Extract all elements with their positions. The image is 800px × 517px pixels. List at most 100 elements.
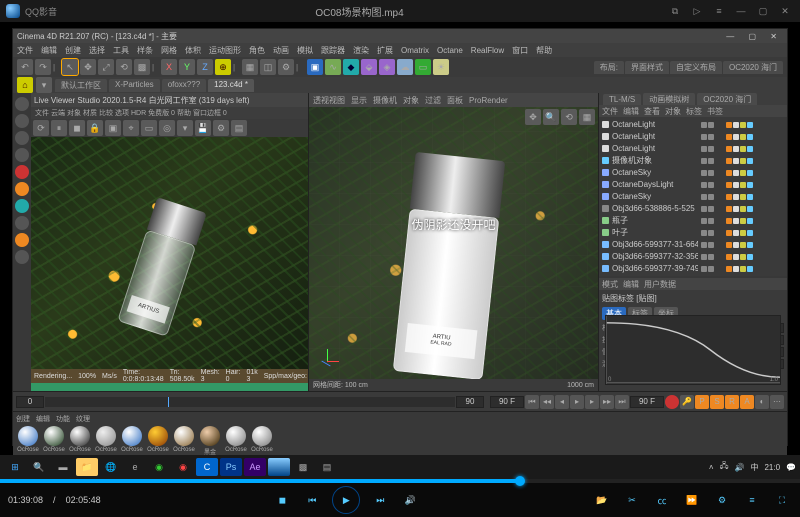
tl-record-icon[interactable] (665, 395, 679, 409)
tray-time[interactable]: 21:0 (764, 463, 780, 472)
lv-menu-5[interactable]: 选项 (115, 108, 129, 118)
tab-more-icon[interactable]: ▾ (36, 77, 52, 93)
player-stop-icon[interactable]: ◼ (272, 490, 292, 510)
viewport-solo[interactable] (15, 250, 29, 264)
axis-gizmo[interactable] (315, 349, 339, 373)
tl-autokey-icon[interactable]: 🔑 (680, 395, 694, 409)
tray-net-icon[interactable]: 🖧 (720, 460, 729, 474)
recent-tool[interactable]: ▩ (134, 59, 150, 75)
mat-menu-1[interactable]: 编辑 (36, 414, 50, 424)
menu-9[interactable]: 角色 (249, 45, 265, 56)
tb-qq-icon[interactable]: ◉ (172, 458, 194, 476)
undo-button[interactable]: ↶ (17, 59, 33, 75)
workplane-mode[interactable] (15, 148, 29, 162)
lv-lock-icon[interactable]: 🔒 (87, 120, 103, 136)
tl-endF[interactable] (630, 396, 664, 408)
lv-region-icon[interactable]: ▭ (141, 120, 157, 136)
qq-max-icon[interactable]: ▢ (754, 2, 772, 20)
rtab-0[interactable]: TL-M/S (603, 94, 641, 105)
poly-mode[interactable] (15, 199, 29, 213)
lv-pause[interactable]: ⏸ (51, 120, 67, 136)
tl-last-icon[interactable]: ⏭ (615, 395, 629, 409)
menu-2[interactable]: 创建 (65, 45, 81, 56)
lv-stop[interactable]: ◼ (69, 120, 85, 136)
tb-app2-icon[interactable]: ▤ (316, 458, 338, 476)
axis-y[interactable]: Y (179, 59, 195, 75)
tl-kf-pla[interactable]: ◐ (755, 395, 769, 409)
axis-z[interactable]: Z (197, 59, 213, 75)
layout-tab-1[interactable]: 界面样式 (625, 61, 669, 74)
coord-system[interactable]: ⊕ (215, 59, 231, 75)
lv-close-icon[interactable]: ▤ (231, 120, 247, 136)
win-search-icon[interactable]: 🔍 (28, 458, 50, 476)
tb-chrome-icon[interactable]: 🌐 (100, 458, 122, 476)
doc-tab-2[interactable]: ofoxx??? (162, 79, 206, 92)
tl-play-icon[interactable]: ▸ (570, 395, 584, 409)
vp-tab-1[interactable]: 显示 (351, 95, 367, 106)
edge-mode[interactable] (15, 182, 29, 196)
lv-save-icon[interactable]: 💾 (195, 120, 211, 136)
tray-ime-icon[interactable]: 中 (750, 462, 758, 473)
viewport-scene[interactable]: ARTIUEAL RAD 伪阴影还没开吧 ✥ 🔍 ⟲ ▦ (309, 107, 598, 379)
snap-toggle[interactable] (15, 233, 29, 247)
point-mode[interactable] (15, 165, 29, 179)
attr-menu-2[interactable]: 用户数据 (644, 279, 676, 290)
layout-tab-2[interactable]: 自定义布局 (670, 61, 722, 74)
tl-kf-scl[interactable]: S (710, 395, 724, 409)
material-4[interactable]: OcRose (120, 426, 144, 456)
rtab-1[interactable]: 动画模拟树 (643, 93, 695, 106)
tb-ae-icon[interactable]: Ae (244, 458, 266, 476)
mat-menu-3[interactable]: 纹理 (76, 414, 90, 424)
lv-menu-6[interactable]: HDR 免费版 0 (131, 108, 175, 118)
lv-settings-icon[interactable]: ⚙ (213, 120, 229, 136)
tb-c4d-icon[interactable]: C (196, 458, 218, 476)
menu-18[interactable]: 窗口 (512, 45, 528, 56)
model-mode[interactable] (15, 114, 29, 128)
win-start-icon[interactable]: ⊞ (4, 458, 26, 476)
rotate-tool[interactable]: ⟲ (116, 59, 132, 75)
layout-tab-3[interactable]: OC2020 海门 (723, 61, 783, 74)
axis-mode[interactable] (15, 216, 29, 230)
tl-more[interactable]: ⋯ (770, 395, 784, 409)
material-1[interactable]: OcRose (42, 426, 66, 456)
lv-menu-8[interactable]: 窗口边框 0 (193, 108, 227, 118)
obj-row-9[interactable]: 叶子 (602, 227, 784, 238)
menu-3[interactable]: 选择 (89, 45, 105, 56)
select-tool[interactable]: ↖ (62, 59, 78, 75)
doc-tab-0[interactable]: 默认工作区 (55, 79, 107, 92)
prim-light[interactable]: ☀ (433, 59, 449, 75)
obj-row-4[interactable]: OctaneSky (602, 167, 784, 178)
tl-kf-par[interactable]: A (740, 395, 754, 409)
material-6[interactable]: OcRose (172, 426, 196, 456)
vp-pan-icon[interactable]: ✥ (525, 109, 541, 125)
menu-4[interactable]: 工具 (113, 45, 129, 56)
prim-environment[interactable]: ☁ (397, 59, 413, 75)
tl-prevkey-icon[interactable]: ◂◂ (540, 395, 554, 409)
obj-menu-4[interactable]: 标签 (686, 106, 702, 117)
menu-12[interactable]: 跟踪器 (321, 45, 345, 56)
player-fullscreen-icon[interactable]: ⛶ (772, 490, 792, 510)
obj-row-6[interactable]: OctaneSky (602, 191, 784, 202)
live-viewer-render[interactable]: ARTIUS (31, 137, 308, 369)
scale-tool[interactable]: ⤢ (98, 59, 114, 75)
menu-14[interactable]: 扩展 (377, 45, 393, 56)
player-open-icon[interactable]: 📂 (592, 490, 612, 510)
obj-row-3[interactable]: 摄像机对象 (602, 155, 784, 166)
player-snap-icon[interactable]: ✂ (622, 490, 642, 510)
obj-row-7[interactable]: Obj3d66-538886-5-525 (602, 203, 784, 214)
tray-notif-icon[interactable]: 💬 (786, 463, 796, 472)
menu-15[interactable]: Omatrix (401, 46, 429, 55)
win-taskview-icon[interactable]: ▬ (52, 458, 74, 476)
render-settings[interactable]: ⚙ (278, 59, 294, 75)
tb-explorer-icon[interactable]: 📁 (76, 458, 98, 476)
redo-button[interactable]: ↷ (35, 59, 51, 75)
vp-tab-5[interactable]: 面板 (447, 95, 463, 106)
falloff-curve[interactable]: 0 1.0 (605, 315, 781, 385)
lv-menu-1[interactable]: 云端 (51, 108, 65, 118)
prim-spline[interactable]: ∿ (325, 59, 341, 75)
vp-tab-2[interactable]: 摄像机 (373, 95, 397, 106)
material-2[interactable]: OcRose (68, 426, 92, 456)
lv-menu-2[interactable]: 对象 (67, 108, 81, 118)
tl-first-icon[interactable]: ⏮ (525, 395, 539, 409)
qq-min-icon[interactable]: — (732, 2, 750, 20)
